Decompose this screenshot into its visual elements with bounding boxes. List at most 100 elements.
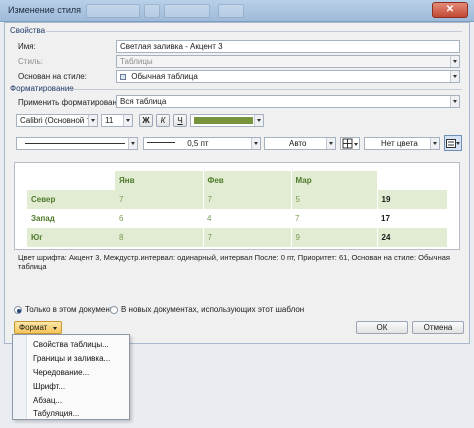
new-documents-label[interactable]: В новых документах, использующих этот ша… (121, 305, 304, 314)
preview-header-cell: Янв (115, 171, 203, 190)
fill-color-value: Нет цвета (381, 139, 418, 148)
chevron-down-icon (326, 138, 335, 149)
based-on-label: Основан на стиле: (18, 72, 87, 81)
chevron-down-icon (354, 143, 358, 146)
line-style-preview (25, 143, 125, 144)
row-cell: 7 (115, 190, 203, 209)
table-style-icon (120, 74, 126, 80)
menu-item-tabs[interactable]: Табуляция... (33, 409, 79, 418)
chevron-down-icon (123, 115, 132, 126)
row-cell: 7 (202, 190, 291, 209)
divider (70, 89, 462, 90)
chevron-down-icon (450, 96, 459, 107)
row-total: 24 (376, 228, 447, 247)
name-input[interactable]: Светлая заливка - Акцент 3 (116, 40, 460, 53)
preview-table: Янв Фев Мар Итого Север 7 7 5 19 Запад 6… (27, 171, 447, 247)
row-cell: 7 (295, 214, 300, 223)
font-size-value: 11 (105, 116, 114, 125)
close-button[interactable]: ✕ (432, 2, 468, 18)
line-width-value: 0,5 пт (187, 139, 209, 148)
formatting-section-label: Форматирование (10, 84, 74, 93)
borders-button[interactable] (340, 137, 360, 150)
name-label: Имя: (18, 42, 36, 51)
underline-button[interactable]: Ч (173, 114, 187, 127)
row-total: 17 (381, 214, 390, 223)
preview-header-cell: Фев (202, 171, 291, 190)
cancel-button[interactable]: Отмена (412, 321, 464, 334)
format-button-label: Формат (19, 323, 48, 332)
fill-color-select[interactable]: Нет цвета (364, 137, 440, 150)
row-cell: 5 (290, 190, 377, 209)
based-on-value: Обычная таблица (131, 72, 198, 81)
chevron-down-icon (450, 71, 459, 82)
style-description: Цвет шрифта: Акцент 3, Междустр.интервал… (18, 253, 450, 271)
this-document-label[interactable]: Только в этом документе (25, 305, 118, 314)
line-width-select[interactable]: 0,5 пт (143, 137, 261, 150)
format-menu: Свойства таблицы... Границы и заливка...… (12, 334, 130, 420)
table-row: Запад 6 4 7 17 (27, 209, 447, 228)
menu-item-borders-shading[interactable]: Границы и заливка... (33, 354, 110, 363)
style-type-select: Таблицы (116, 55, 460, 68)
radio-this-document[interactable] (14, 306, 22, 314)
chevron-down-icon (251, 138, 260, 149)
style-type-value: Таблицы (120, 57, 153, 66)
chevron-down-icon (128, 138, 137, 149)
menu-item-banding[interactable]: Чередование... (33, 368, 89, 377)
menu-item-paragraph[interactable]: Абзац... (33, 396, 62, 405)
preview-header-cell: Мар (290, 171, 377, 190)
font-name-value: Calibri (Основной текст (20, 116, 98, 125)
style-type-label: Стиль: (18, 57, 43, 66)
font-size-select[interactable]: 11 (101, 114, 133, 127)
preview-header-row: Янв Фев Мар Итого (27, 171, 447, 190)
background-ribbon-tab (86, 4, 140, 18)
divider (46, 31, 462, 32)
chevron-down-icon (456, 142, 460, 145)
preview-header-cell (27, 171, 115, 190)
line-color-select[interactable]: Авто (264, 137, 336, 150)
table-row: Север 7 7 5 19 (27, 190, 447, 209)
window-title: Изменение стиля (8, 5, 82, 15)
line-width-preview (147, 142, 175, 143)
row-cell: 9 (290, 228, 377, 247)
bold-button[interactable]: Ж (139, 114, 153, 127)
apply-to-select[interactable]: Вся таблица (116, 95, 460, 108)
row-cell: 8 (115, 228, 203, 247)
row-cell: 7 (202, 228, 291, 247)
menu-icon-strip (13, 335, 27, 419)
row-total: 19 (376, 190, 447, 209)
line-style-select[interactable] (16, 137, 138, 150)
ok-button[interactable]: ОК (356, 321, 408, 334)
apply-to-value: Вся таблица (120, 97, 167, 106)
table-row: Юг 8 7 9 24 (27, 228, 447, 247)
row-label: Юг (27, 228, 115, 247)
background-ribbon-tab (144, 4, 160, 18)
alignment-button[interactable] (444, 135, 462, 151)
chevron-down-icon (88, 115, 97, 126)
based-on-select[interactable]: Обычная таблица (116, 70, 460, 83)
table-preview: Янв Фев Мар Итого Север 7 7 5 19 Запад 6… (14, 162, 460, 250)
chevron-down-icon (450, 56, 459, 67)
row-cell: 6 (119, 214, 124, 223)
font-color-swatch (194, 117, 253, 124)
preview-total-header: Итого (381, 176, 405, 185)
background-ribbon-tab (164, 4, 210, 18)
row-cell: 4 (207, 214, 212, 223)
borders-grid-icon (342, 138, 353, 149)
close-icon: ✕ (445, 4, 455, 15)
background-ribbon-tab (218, 4, 244, 18)
italic-button[interactable]: К (156, 114, 170, 127)
preview-header-cell: Итого (376, 171, 447, 190)
row-label: Север (27, 190, 115, 209)
menu-item-font[interactable]: Шрифт... (33, 382, 65, 391)
format-button[interactable]: Формат (14, 321, 62, 334)
row-label: Запад (31, 214, 55, 223)
chevron-down-icon (254, 115, 263, 126)
radio-new-documents[interactable] (110, 306, 118, 314)
menu-item-table-properties[interactable]: Свойства таблицы... (33, 340, 109, 349)
font-color-select[interactable] (190, 114, 264, 127)
chevron-down-icon (430, 138, 439, 149)
align-icon (446, 139, 456, 148)
font-name-select[interactable]: Calibri (Основной текст (16, 114, 98, 127)
properties-section-label: Свойства (10, 26, 46, 35)
line-color-value: Авто (289, 139, 307, 148)
